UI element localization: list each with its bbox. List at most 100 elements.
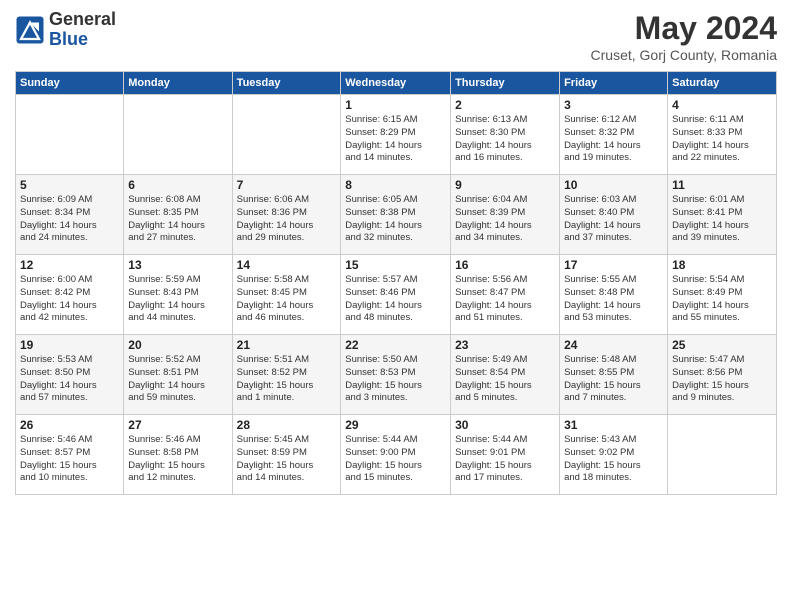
- calendar-week-3: 12 Sunrise: 6:00 AM Sunset: 8:42 PM Dayli…: [16, 255, 777, 335]
- day-info: Sunrise: 5:43 AM Sunset: 9:02 PM Dayligh…: [564, 434, 663, 485]
- day-info: Sunrise: 5:55 AM Sunset: 8:48 PM Dayligh…: [564, 274, 663, 325]
- day-number: 20: [128, 338, 227, 352]
- day-number: 15: [345, 258, 446, 272]
- calendar-cell: 25Sunrise: 5:47 AM Sunset: 8:56 PM Dayli…: [668, 335, 777, 415]
- day-number: 10: [564, 178, 663, 192]
- page: General Blue May 2024 Cruset, Gorj Count…: [0, 0, 792, 612]
- day-info: Sunrise: 5:58 AM Sunset: 8:45 PM Dayligh…: [237, 274, 337, 325]
- header: General Blue May 2024 Cruset, Gorj Count…: [15, 10, 777, 63]
- day-info: Sunrise: 5:47 AM Sunset: 8:56 PM Dayligh…: [672, 354, 772, 405]
- location-title: Cruset, Gorj County, Romania: [591, 47, 777, 63]
- calendar-cell: 12 Sunrise: 6:00 AM Sunset: 8:42 PM Dayli…: [16, 255, 124, 335]
- calendar-cell: 30 Sunrise: 5:44 AM Sunset: 9:01 PM Dayli…: [451, 415, 560, 495]
- logo-blue-text: Blue: [49, 30, 116, 50]
- day-number: 5: [20, 178, 119, 192]
- day-info: Sunrise: 5:44 AM Sunset: 9:00 PM Dayligh…: [345, 434, 446, 485]
- day-info: Sunrise: 6:09 AM Sunset: 8:34 PM Dayligh…: [20, 194, 119, 245]
- day-info: Sunrise: 6:12 AM Sunset: 8:32 PM Dayligh…: [564, 114, 663, 165]
- calendar-cell: [668, 415, 777, 495]
- day-info: Sunrise: 6:00 AM Sunset: 8:42 PM Dayligh…: [20, 274, 119, 325]
- calendar-cell: [16, 95, 124, 175]
- day-number: 21: [237, 338, 337, 352]
- calendar-week-4: 19 Sunrise: 5:53 AM Sunset: 8:50 PM Dayli…: [16, 335, 777, 415]
- day-number: 11: [672, 178, 772, 192]
- logo-general-text: General: [49, 10, 116, 30]
- day-number: 13: [128, 258, 227, 272]
- calendar-cell: 1 Sunrise: 6:15 AM Sunset: 8:29 PM Daylig…: [341, 95, 451, 175]
- calendar-cell: 31Sunrise: 5:43 AM Sunset: 9:02 PM Dayli…: [560, 415, 668, 495]
- day-number: 12: [20, 258, 119, 272]
- day-number: 22: [345, 338, 446, 352]
- calendar-cell: 18Sunrise: 5:54 AM Sunset: 8:49 PM Dayli…: [668, 255, 777, 335]
- calendar-cell: 5 Sunrise: 6:09 AM Sunset: 8:34 PM Daylig…: [16, 175, 124, 255]
- calendar-cell: 24Sunrise: 5:48 AM Sunset: 8:55 PM Dayli…: [560, 335, 668, 415]
- calendar-cell: 9 Sunrise: 6:04 AM Sunset: 8:39 PM Daylig…: [451, 175, 560, 255]
- day-number: 19: [20, 338, 119, 352]
- calendar-cell: [124, 95, 232, 175]
- calendar-cell: [232, 95, 341, 175]
- day-info: Sunrise: 6:05 AM Sunset: 8:38 PM Dayligh…: [345, 194, 446, 245]
- day-info: Sunrise: 6:04 AM Sunset: 8:39 PM Dayligh…: [455, 194, 555, 245]
- calendar-cell: 29Sunrise: 5:44 AM Sunset: 9:00 PM Dayli…: [341, 415, 451, 495]
- day-info: Sunrise: 6:08 AM Sunset: 8:35 PM Dayligh…: [128, 194, 227, 245]
- calendar-cell: 11 Sunrise: 6:01 AM Sunset: 8:41 PM Dayli…: [668, 175, 777, 255]
- day-info: Sunrise: 5:44 AM Sunset: 9:01 PM Dayligh…: [455, 434, 555, 485]
- day-info: Sunrise: 5:56 AM Sunset: 8:47 PM Dayligh…: [455, 274, 555, 325]
- day-number: 18: [672, 258, 772, 272]
- day-number: 30: [455, 418, 555, 432]
- day-number: 27: [128, 418, 227, 432]
- weekday-header-wednesday: Wednesday: [341, 72, 451, 95]
- calendar-cell: 14 Sunrise: 5:58 AM Sunset: 8:45 PM Dayli…: [232, 255, 341, 335]
- logo: General Blue: [15, 10, 116, 50]
- day-info: Sunrise: 6:06 AM Sunset: 8:36 PM Dayligh…: [237, 194, 337, 245]
- day-info: Sunrise: 6:13 AM Sunset: 8:30 PM Dayligh…: [455, 114, 555, 165]
- calendar-cell: 28 Sunrise: 5:45 AM Sunset: 8:59 PM Dayli…: [232, 415, 341, 495]
- weekday-header-thursday: Thursday: [451, 72, 560, 95]
- day-info: Sunrise: 5:46 AM Sunset: 8:58 PM Dayligh…: [128, 434, 227, 485]
- day-info: Sunrise: 6:15 AM Sunset: 8:29 PM Dayligh…: [345, 114, 446, 165]
- day-number: 9: [455, 178, 555, 192]
- day-number: 23: [455, 338, 555, 352]
- weekday-header-friday: Friday: [560, 72, 668, 95]
- calendar-week-5: 26 Sunrise: 5:46 AM Sunset: 8:57 PM Dayli…: [16, 415, 777, 495]
- day-number: 26: [20, 418, 119, 432]
- calendar-cell: 20Sunrise: 5:52 AM Sunset: 8:51 PM Dayli…: [124, 335, 232, 415]
- day-number: 1: [345, 98, 446, 112]
- calendar-cell: 13 Sunrise: 5:59 AM Sunset: 8:43 PM Dayli…: [124, 255, 232, 335]
- day-number: 2: [455, 98, 555, 112]
- logo-icon: [15, 15, 45, 45]
- day-info: Sunrise: 6:01 AM Sunset: 8:41 PM Dayligh…: [672, 194, 772, 245]
- day-info: Sunrise: 5:46 AM Sunset: 8:57 PM Dayligh…: [20, 434, 119, 485]
- day-number: 14: [237, 258, 337, 272]
- calendar-cell: 16Sunrise: 5:56 AM Sunset: 8:47 PM Dayli…: [451, 255, 560, 335]
- calendar-week-1: 1 Sunrise: 6:15 AM Sunset: 8:29 PM Daylig…: [16, 95, 777, 175]
- day-number: 28: [237, 418, 337, 432]
- calendar-cell: 22Sunrise: 5:50 AM Sunset: 8:53 PM Dayli…: [341, 335, 451, 415]
- calendar-cell: 10Sunrise: 6:03 AM Sunset: 8:40 PM Dayli…: [560, 175, 668, 255]
- day-number: 3: [564, 98, 663, 112]
- day-info: Sunrise: 5:51 AM Sunset: 8:52 PM Dayligh…: [237, 354, 337, 405]
- weekday-header-row: SundayMondayTuesdayWednesdayThursdayFrid…: [16, 72, 777, 95]
- day-info: Sunrise: 5:45 AM Sunset: 8:59 PM Dayligh…: [237, 434, 337, 485]
- weekday-header-monday: Monday: [124, 72, 232, 95]
- calendar-cell: 27 Sunrise: 5:46 AM Sunset: 8:58 PM Dayli…: [124, 415, 232, 495]
- day-number: 8: [345, 178, 446, 192]
- day-info: Sunrise: 5:53 AM Sunset: 8:50 PM Dayligh…: [20, 354, 119, 405]
- calendar-cell: 26 Sunrise: 5:46 AM Sunset: 8:57 PM Dayli…: [16, 415, 124, 495]
- logo-text: General Blue: [49, 10, 116, 50]
- calendar-cell: 21 Sunrise: 5:51 AM Sunset: 8:52 PM Dayli…: [232, 335, 341, 415]
- calendar-cell: 23 Sunrise: 5:49 AM Sunset: 8:54 PM Dayli…: [451, 335, 560, 415]
- calendar-table: SundayMondayTuesdayWednesdayThursdayFrid…: [15, 71, 777, 495]
- month-title: May 2024: [591, 10, 777, 47]
- weekday-header-sunday: Sunday: [16, 72, 124, 95]
- calendar-cell: 2 Sunrise: 6:13 AM Sunset: 8:30 PM Daylig…: [451, 95, 560, 175]
- calendar-cell: 15 Sunrise: 5:57 AM Sunset: 8:46 PM Dayli…: [341, 255, 451, 335]
- calendar-week-2: 5 Sunrise: 6:09 AM Sunset: 8:34 PM Daylig…: [16, 175, 777, 255]
- day-info: Sunrise: 6:11 AM Sunset: 8:33 PM Dayligh…: [672, 114, 772, 165]
- day-info: Sunrise: 5:49 AM Sunset: 8:54 PM Dayligh…: [455, 354, 555, 405]
- weekday-header-saturday: Saturday: [668, 72, 777, 95]
- calendar-cell: 3 Sunrise: 6:12 AM Sunset: 8:32 PM Daylig…: [560, 95, 668, 175]
- calendar-cell: 8 Sunrise: 6:05 AM Sunset: 8:38 PM Daylig…: [341, 175, 451, 255]
- day-info: Sunrise: 5:57 AM Sunset: 8:46 PM Dayligh…: [345, 274, 446, 325]
- day-info: Sunrise: 5:59 AM Sunset: 8:43 PM Dayligh…: [128, 274, 227, 325]
